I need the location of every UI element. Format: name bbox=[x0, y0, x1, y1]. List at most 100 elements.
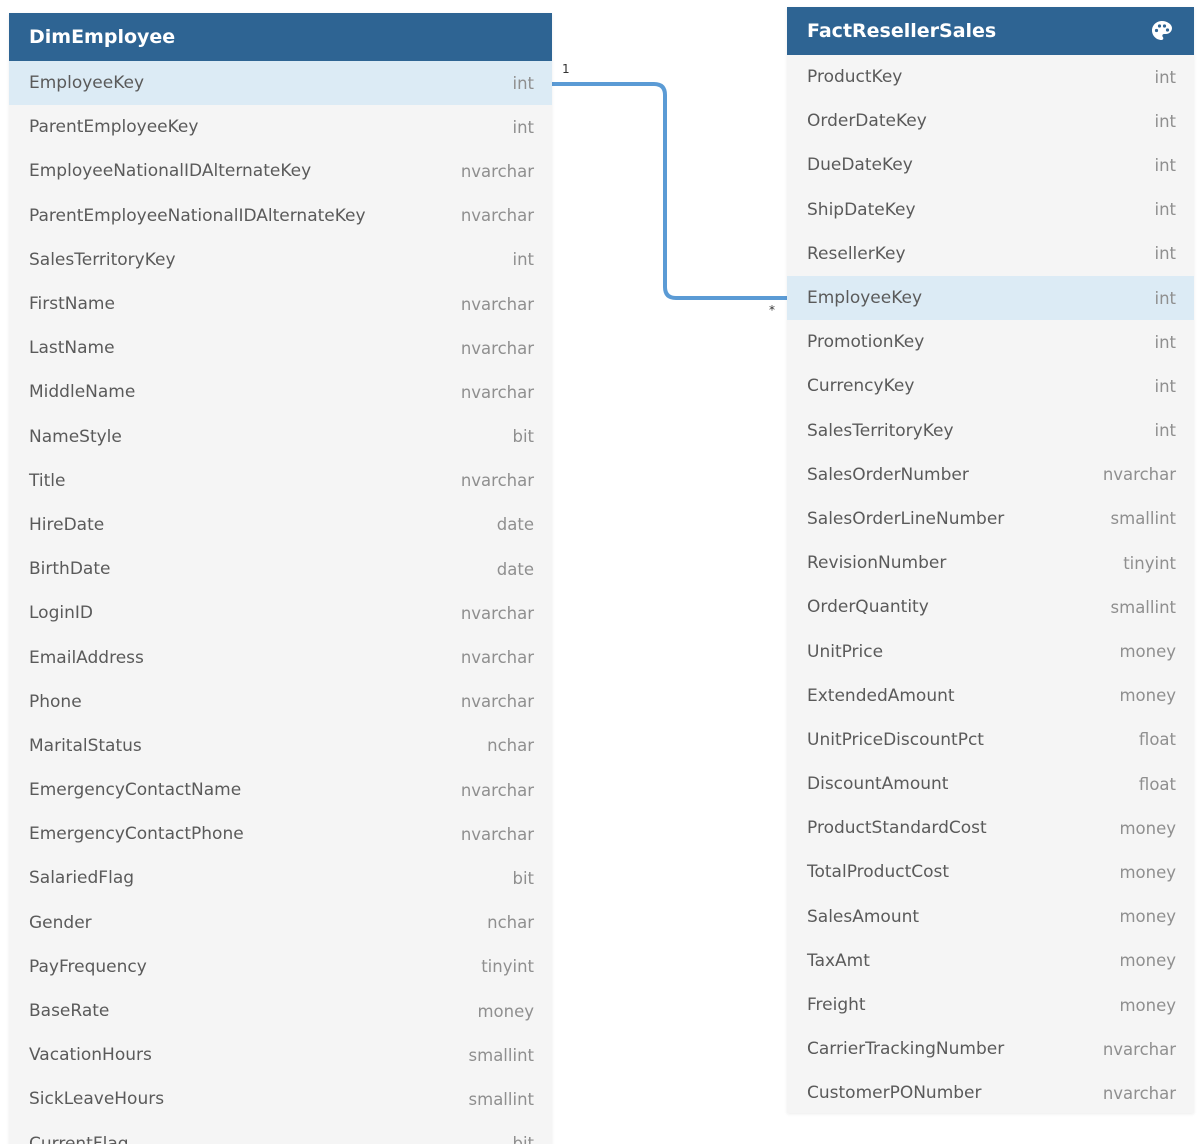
table-header[interactable]: DimEmployee bbox=[9, 13, 552, 61]
column-row[interactable]: PayFrequency tinyint bbox=[9, 945, 552, 989]
column-row[interactable]: CurrentFlag bit bbox=[9, 1122, 552, 1144]
column-name: MiddleName bbox=[29, 382, 136, 403]
column-name: LoginID bbox=[29, 603, 93, 624]
column-name: SalesOrderLineNumber bbox=[807, 508, 1005, 529]
column-row[interactable]: ParentEmployeeKey int bbox=[9, 105, 552, 149]
column-row[interactable]: UnitPriceDiscountPct float bbox=[787, 718, 1194, 762]
column-row[interactable]: TotalProductCost money bbox=[787, 850, 1194, 894]
column-type: nvarchar bbox=[460, 648, 534, 668]
palette-icon[interactable] bbox=[1150, 19, 1174, 43]
column-row[interactable]: MaritalStatus nchar bbox=[9, 724, 552, 768]
column-row[interactable]: Gender nchar bbox=[9, 901, 552, 945]
column-row[interactable]: LoginID nvarchar bbox=[9, 591, 552, 635]
column-row[interactable]: Freight money bbox=[787, 983, 1194, 1027]
cardinality-many-label: * bbox=[769, 303, 775, 317]
column-type: int bbox=[1154, 200, 1176, 220]
column-row[interactable]: EmergencyContactName nvarchar bbox=[9, 768, 552, 812]
column-type: int bbox=[512, 117, 534, 137]
column-row[interactable]: BaseRate money bbox=[9, 989, 552, 1033]
column-row[interactable]: ProductStandardCost money bbox=[787, 806, 1194, 850]
column-name: PromotionKey bbox=[807, 332, 925, 353]
column-name: LastName bbox=[29, 338, 115, 359]
column-type: money bbox=[1119, 686, 1176, 706]
column-type: bit bbox=[512, 427, 534, 447]
column-type: nvarchar bbox=[460, 824, 534, 844]
column-row[interactable]: UnitPrice money bbox=[787, 629, 1194, 673]
column-row[interactable]: EmployeeKey int bbox=[787, 275, 1194, 321]
column-row[interactable]: DiscountAmount float bbox=[787, 762, 1194, 806]
column-row[interactable]: ParentEmployeeNationalIDAlternateKey nvar… bbox=[9, 194, 552, 238]
table-factresellersales[interactable]: FactResellerSales ProductKey int OrderDate… bbox=[787, 7, 1194, 1113]
column-row[interactable]: OrderQuantity smallint bbox=[787, 585, 1194, 629]
column-type: money bbox=[477, 1001, 534, 1021]
column-row[interactable]: CustomerPONumber nvarchar bbox=[787, 1071, 1194, 1113]
table-header[interactable]: FactResellerSales bbox=[787, 7, 1194, 55]
column-row[interactable]: CurrencyKey int bbox=[787, 364, 1194, 408]
column-row[interactable]: FirstName nvarchar bbox=[9, 282, 552, 326]
column-row[interactable]: Phone nvarchar bbox=[9, 680, 552, 724]
column-name: EmergencyContactName bbox=[29, 780, 242, 801]
column-type: nvarchar bbox=[460, 294, 534, 314]
column-type: nvarchar bbox=[460, 692, 534, 712]
column-row[interactable]: SalesOrderLineNumber smallint bbox=[787, 497, 1194, 541]
column-row[interactable]: ResellerKey int bbox=[787, 232, 1194, 276]
column-row[interactable]: SalesTerritoryKey int bbox=[787, 409, 1194, 453]
column-name: EmployeeKey bbox=[807, 288, 923, 309]
column-row[interactable]: SickLeaveHours smallint bbox=[9, 1077, 552, 1121]
table-title: DimEmployee bbox=[29, 26, 176, 48]
column-name: HireDate bbox=[29, 514, 105, 535]
column-type: bit bbox=[512, 1134, 534, 1144]
column-type: nchar bbox=[487, 736, 534, 756]
column-name: Gender bbox=[29, 912, 92, 933]
column-name: ProductKey bbox=[807, 67, 903, 88]
column-type: nvarchar bbox=[460, 338, 534, 358]
column-row[interactable]: ExtendedAmount money bbox=[787, 674, 1194, 718]
column-row[interactable]: RevisionNumber tinyint bbox=[787, 541, 1194, 585]
column-name: EmployeeKey bbox=[29, 73, 145, 94]
column-name: Phone bbox=[29, 691, 82, 712]
column-row[interactable]: SalesAmount money bbox=[787, 895, 1194, 939]
column-row[interactable]: MiddleName nvarchar bbox=[9, 370, 552, 414]
column-row[interactable]: ShipDateKey int bbox=[787, 188, 1194, 232]
column-row[interactable]: PromotionKey int bbox=[787, 320, 1194, 364]
column-name: SalesTerritoryKey bbox=[807, 420, 954, 441]
column-row[interactable]: BirthDate date bbox=[9, 547, 552, 591]
table-dimemployee[interactable]: DimEmployee EmployeeKey int ParentEmployee… bbox=[9, 13, 552, 1144]
column-type: nvarchar bbox=[460, 780, 534, 800]
column-row[interactable]: VacationHours smallint bbox=[9, 1033, 552, 1077]
column-row[interactable]: HireDate date bbox=[9, 503, 552, 547]
column-type: int bbox=[1154, 376, 1176, 396]
column-row[interactable]: NameStyle bit bbox=[9, 415, 552, 459]
column-row[interactable]: ProductKey int bbox=[787, 55, 1194, 99]
column-name: RevisionNumber bbox=[807, 553, 947, 574]
column-row[interactable]: LastName nvarchar bbox=[9, 326, 552, 370]
column-row[interactable]: TaxAmt money bbox=[787, 939, 1194, 983]
column-type: money bbox=[1119, 818, 1176, 838]
table-title: FactResellerSales bbox=[807, 20, 997, 42]
column-row[interactable]: EmailAddress nvarchar bbox=[9, 635, 552, 679]
relationship-line[interactable] bbox=[552, 82, 787, 300]
column-name: EmergencyContactPhone bbox=[29, 824, 244, 845]
column-row[interactable]: Title nvarchar bbox=[9, 459, 552, 503]
column-name: NameStyle bbox=[29, 426, 122, 447]
column-type: nvarchar bbox=[460, 603, 534, 623]
column-row[interactable]: SalesOrderNumber nvarchar bbox=[787, 453, 1194, 497]
column-row[interactable]: OrderDateKey int bbox=[787, 99, 1194, 143]
column-row[interactable]: EmployeeNationalIDAlternateKey nvarchar bbox=[9, 149, 552, 193]
column-name: ExtendedAmount bbox=[807, 685, 955, 706]
column-row[interactable]: SalesTerritoryKey int bbox=[9, 238, 552, 282]
column-name: DiscountAmount bbox=[807, 774, 949, 795]
column-name: SalesTerritoryKey bbox=[29, 249, 176, 270]
column-row[interactable]: DueDateKey int bbox=[787, 143, 1194, 187]
column-row[interactable]: SalariedFlag bit bbox=[9, 856, 552, 900]
column-name: PayFrequency bbox=[29, 956, 147, 977]
column-type: tinyint bbox=[481, 957, 534, 977]
column-list: ProductKey int OrderDateKey int DueDateKey in… bbox=[787, 55, 1194, 1113]
column-name: ParentEmployeeKey bbox=[29, 117, 199, 138]
column-row[interactable]: EmergencyContactPhone nvarchar bbox=[9, 812, 552, 856]
column-row[interactable]: CarrierTrackingNumber nvarchar bbox=[787, 1027, 1194, 1071]
column-type: money bbox=[1119, 951, 1176, 971]
column-name: SalesOrderNumber bbox=[807, 464, 969, 485]
column-row[interactable]: EmployeeKey int bbox=[9, 61, 552, 106]
column-type: nvarchar bbox=[460, 206, 534, 226]
